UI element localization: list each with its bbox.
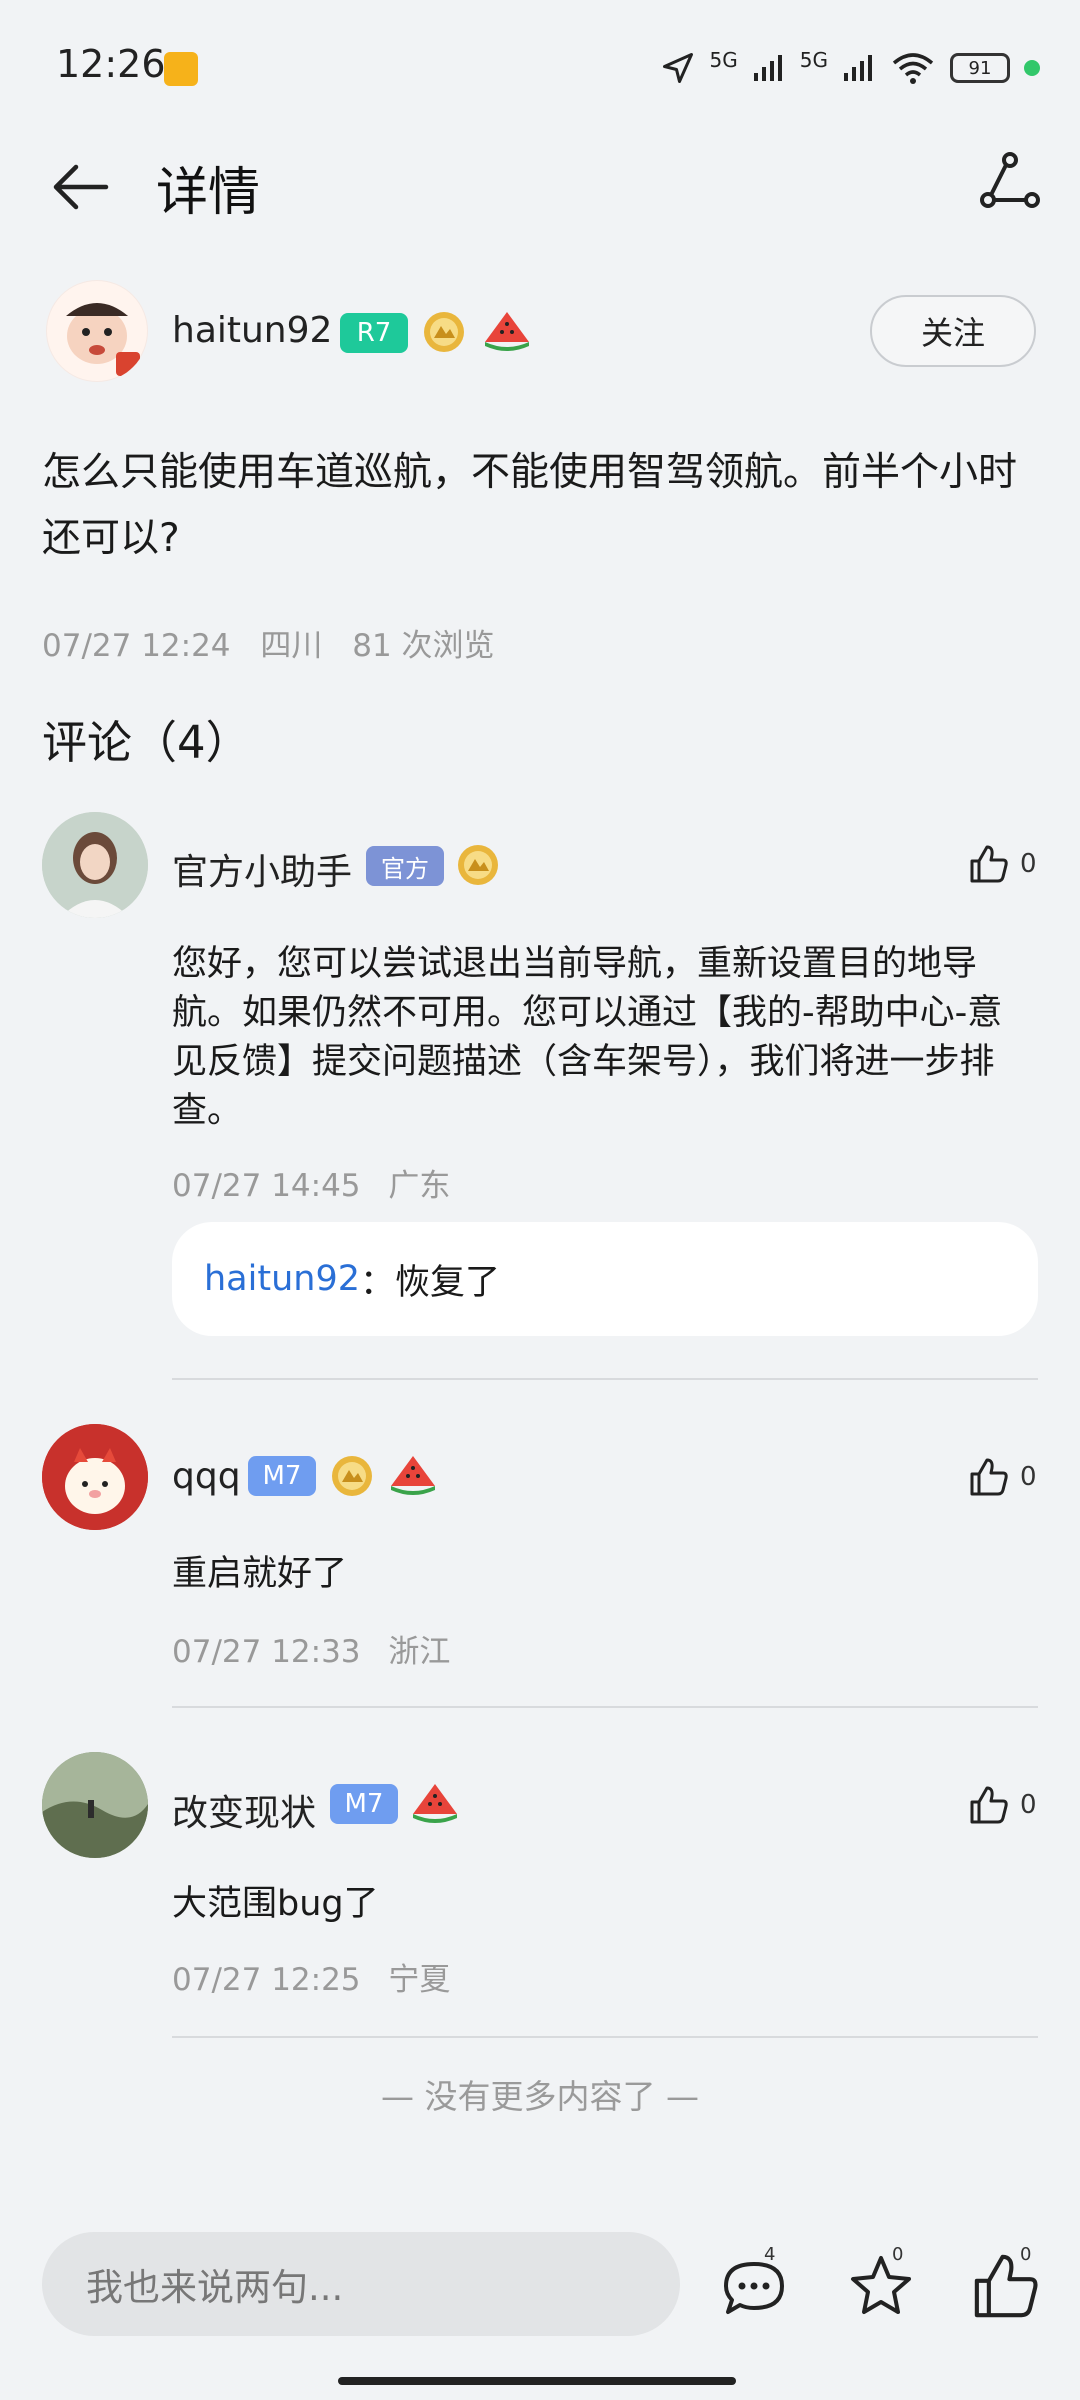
reply-text: 恢复了 [395, 1262, 501, 1303]
gold-medal-icon [332, 1456, 372, 1496]
favorite-count: 0 [892, 2244, 904, 2265]
back-button[interactable] [48, 155, 112, 219]
post-views: 81 次浏览 [352, 628, 495, 664]
comment-like-count: 0 [1020, 1790, 1037, 1820]
comment-like-button[interactable]: 0 [968, 1784, 1037, 1826]
comment-meta: 07/27 12:25 宁夏 [172, 1954, 468, 1999]
comment-like-count: 0 [1020, 849, 1037, 879]
official-badge: 官方 [366, 846, 444, 886]
star-icon [851, 2256, 911, 2314]
comment-like-button[interactable]: 0 [968, 1456, 1037, 1498]
favorite-button[interactable] [845, 2250, 917, 2322]
arrow-left-icon [53, 164, 109, 210]
location-icon [662, 53, 693, 83]
status-icons: 5G 5G 91 [660, 48, 1040, 88]
divider [172, 2036, 1038, 2038]
signal-icon-2 [844, 55, 872, 81]
divider [172, 1706, 1038, 1708]
comment-avatar[interactable] [42, 1752, 148, 1858]
signal-5g-label-2: 5G [799, 48, 828, 72]
thumbs-up-icon [970, 1786, 1008, 1824]
follow-button[interactable]: 关注 [870, 295, 1036, 367]
woman-photo-avatar-icon [42, 812, 148, 918]
reply-preview[interactable]: haitun92：恢复了 [172, 1222, 1038, 1336]
gold-medal-icon [458, 845, 498, 885]
comment-text: 重启就好了 [172, 1554, 348, 1594]
watermelon-icon [391, 1456, 435, 1495]
landscape-photo-avatar-icon [42, 1752, 148, 1858]
home-indicator[interactable] [338, 2377, 736, 2385]
share-icon [980, 152, 1040, 208]
comment-author-name[interactable]: 改变现状 [172, 1784, 316, 1836]
watermelon-icon [485, 312, 529, 351]
comments-header: 评论（4） [42, 716, 251, 769]
reply-separator: ： [359, 1262, 395, 1303]
comment-like-count: 0 [1020, 1462, 1037, 1492]
comment-date: 07/27 12:25 [172, 1962, 361, 1998]
car-model-badge: M7 [330, 1784, 398, 1824]
post-location: 四川 [260, 628, 323, 664]
comment-count: 4 [764, 2244, 776, 2265]
comment-like-button[interactable]: 0 [968, 843, 1037, 885]
reply-user[interactable]: haitun92 [204, 1259, 360, 1299]
comment-author-name[interactable]: qqq [172, 1456, 241, 1497]
comment-input[interactable]: 我也来说两句... [42, 2232, 680, 2336]
author-name[interactable]: haitun92 [172, 310, 332, 351]
status-bar: 12:26 5G 5G 91 [0, 0, 1080, 140]
comment-bubble-icon [724, 2262, 784, 2314]
comment-location: 浙江 [388, 1634, 451, 1670]
post-content: 怎么只能使用车道巡航，不能使用智驾领航。前半个小时还可以? [42, 450, 1018, 561]
car-model-badge: R7 [340, 313, 408, 353]
status-time: 12:26 [56, 42, 166, 86]
post-date: 07/27 12:24 [42, 628, 231, 664]
cartoon-face-avatar-icon [47, 281, 147, 381]
comments-button[interactable] [718, 2250, 790, 2322]
author-avatar[interactable] [46, 280, 148, 382]
notification-app-icon [164, 52, 198, 86]
bunny-cartoon-avatar-icon [42, 1424, 148, 1530]
comment-input-placeholder: 我也来说两句... [86, 2266, 344, 2309]
comment-meta: 07/27 12:33 浙江 [172, 1626, 468, 1671]
watermelon-icon [413, 1784, 457, 1823]
wifi-icon [892, 53, 934, 84]
comment-text: 大范围bug了 [172, 1884, 379, 1924]
comment-location: 宁夏 [388, 1962, 451, 1998]
signal-5g-label-1: 5G [709, 48, 738, 72]
comment-location: 广东 [388, 1168, 451, 1204]
comment-text: 您好，您可以尝试退出当前导航，重新设置目的地导航。如果仍然不可用。您可以通过【我… [172, 944, 1003, 1131]
share-button[interactable] [978, 150, 1042, 214]
signal-icon-1 [753, 55, 782, 81]
comment-avatar[interactable] [42, 812, 148, 918]
page-title: 详情 [156, 163, 261, 223]
comment-meta: 07/27 14:45 广东 [172, 1160, 468, 1205]
post-meta: 07/27 12:24 四川 81 次浏览 [42, 620, 515, 665]
gold-medal-icon [424, 312, 464, 352]
car-model-badge: M7 [248, 1456, 316, 1496]
like-count: 0 [1020, 2244, 1032, 2265]
thumbs-up-icon [970, 845, 1008, 883]
divider [172, 1378, 1038, 1380]
comment-date: 07/27 14:45 [172, 1168, 361, 1204]
comment-date: 07/27 12:33 [172, 1634, 361, 1670]
comment-author-name[interactable]: 官方小助手 [172, 843, 352, 895]
end-of-list-note: — 没有更多内容了 — [381, 2077, 699, 2116]
battery-icon: 91 [950, 53, 1010, 83]
thumbs-up-icon [970, 1458, 1008, 1496]
comment-avatar[interactable] [42, 1424, 148, 1530]
privacy-indicator-dot [1024, 60, 1040, 76]
battery-level: 91 [968, 57, 992, 79]
